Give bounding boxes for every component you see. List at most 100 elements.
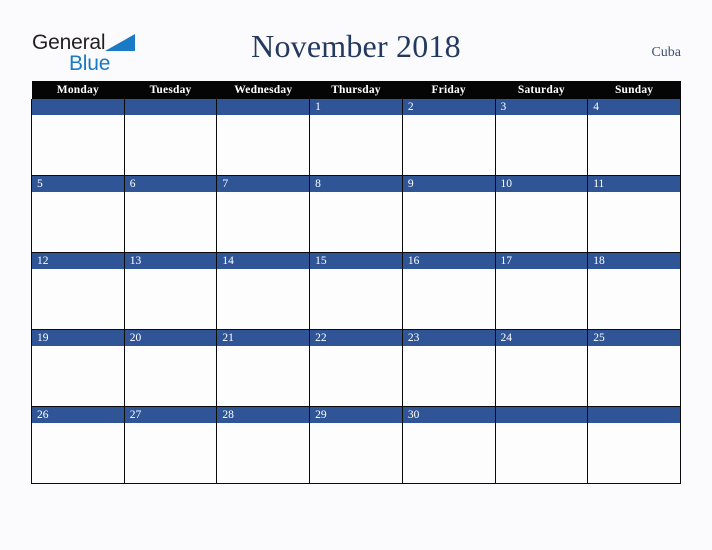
calendar-day-cell[interactable] xyxy=(31,99,125,176)
calendar-day-cell[interactable]: 13 xyxy=(123,252,218,330)
day-events-area[interactable] xyxy=(217,192,310,252)
calendar-day-cell[interactable]: 7 xyxy=(216,175,311,253)
calendar-day-cell[interactable]: 27 xyxy=(123,406,218,484)
day-events-area[interactable] xyxy=(32,346,124,406)
day-events-area[interactable] xyxy=(588,115,680,175)
calendar-day-cell[interactable]: 5 xyxy=(31,175,125,253)
day-number: 5 xyxy=(32,176,124,192)
calendar-day-cell[interactable]: 22 xyxy=(309,329,403,407)
day-number: 9 xyxy=(402,176,495,192)
day-number: 3 xyxy=(495,99,588,115)
calendar-day-cell[interactable]: 21 xyxy=(216,329,311,407)
calendar-day-cell[interactable]: 15 xyxy=(309,252,403,330)
calendar-day-cell[interactable] xyxy=(587,406,681,484)
calendar-day-cell[interactable] xyxy=(494,406,589,484)
page-title: November 2018 xyxy=(251,28,461,64)
day-events-area[interactable] xyxy=(588,192,680,252)
day-number xyxy=(217,99,310,115)
calendar-day-cell[interactable]: 8 xyxy=(309,175,403,253)
day-number: 6 xyxy=(124,176,217,192)
calendar-day-cell[interactable]: 26 xyxy=(31,406,125,484)
calendar-table: Monday Tuesday Wednesday Thursday Friday… xyxy=(31,81,681,484)
weekday-header-tuesday: Tuesday xyxy=(124,81,217,99)
day-number: 29 xyxy=(310,407,402,423)
calendar-day-cell[interactable]: 12 xyxy=(31,252,125,330)
day-number: 27 xyxy=(124,407,217,423)
calendar-day-cell[interactable]: 3 xyxy=(494,99,589,176)
day-events-area[interactable] xyxy=(402,115,495,175)
day-number: 23 xyxy=(402,330,495,346)
day-number: 7 xyxy=(217,176,310,192)
day-number: 18 xyxy=(588,253,680,269)
day-events-area[interactable] xyxy=(32,192,124,252)
calendar-day-cell[interactable] xyxy=(216,99,311,176)
calendar-day-cell[interactable]: 14 xyxy=(216,252,311,330)
day-events-area[interactable] xyxy=(217,346,310,406)
day-number xyxy=(32,99,124,115)
day-events-area[interactable] xyxy=(310,115,402,175)
day-events-area[interactable] xyxy=(588,269,680,329)
day-events-area[interactable] xyxy=(32,423,124,483)
day-events-area[interactable] xyxy=(310,269,402,329)
weekday-header-sunday: Sunday xyxy=(587,81,681,99)
weekday-header-row: Monday Tuesday Wednesday Thursday Friday… xyxy=(31,81,681,99)
day-events-area[interactable] xyxy=(124,192,217,252)
calendar-day-cell[interactable]: 20 xyxy=(123,329,218,407)
calendar-day-cell[interactable]: 2 xyxy=(401,99,496,176)
calendar-day-cell[interactable]: 23 xyxy=(401,329,496,407)
day-number: 30 xyxy=(402,407,495,423)
day-number: 28 xyxy=(217,407,310,423)
day-events-area[interactable] xyxy=(588,346,680,406)
day-events-area[interactable] xyxy=(495,346,588,406)
day-events-area[interactable] xyxy=(495,269,588,329)
day-events-area[interactable] xyxy=(124,346,217,406)
day-events-area[interactable] xyxy=(402,269,495,329)
day-events-area[interactable] xyxy=(310,423,402,483)
calendar-week-row: 19 20 21 22 23 24 25 xyxy=(31,329,681,407)
day-events-area[interactable] xyxy=(402,346,495,406)
day-events-area[interactable] xyxy=(124,115,217,175)
calendar-day-cell[interactable]: 25 xyxy=(587,329,681,407)
day-events-area[interactable] xyxy=(495,115,588,175)
calendar-day-cell[interactable]: 17 xyxy=(494,252,589,330)
day-number: 15 xyxy=(310,253,402,269)
day-events-area[interactable] xyxy=(32,269,124,329)
day-events-area[interactable] xyxy=(310,346,402,406)
day-events-area[interactable] xyxy=(495,192,588,252)
day-events-area[interactable] xyxy=(310,192,402,252)
day-number: 14 xyxy=(217,253,310,269)
day-events-area[interactable] xyxy=(495,423,588,483)
day-events-area[interactable] xyxy=(402,423,495,483)
day-number: 20 xyxy=(124,330,217,346)
calendar-week-row: 26 27 28 29 30 xyxy=(31,406,681,484)
day-events-area[interactable] xyxy=(124,269,217,329)
day-events-area[interactable] xyxy=(124,423,217,483)
calendar-day-cell[interactable]: 4 xyxy=(587,99,681,176)
calendar-day-cell[interactable]: 11 xyxy=(587,175,681,253)
day-events-area[interactable] xyxy=(217,423,310,483)
day-events-area[interactable] xyxy=(588,423,680,483)
calendar-day-cell[interactable]: 28 xyxy=(216,406,311,484)
day-events-area[interactable] xyxy=(217,269,310,329)
calendar-day-cell[interactable]: 18 xyxy=(587,252,681,330)
calendar-day-cell[interactable]: 6 xyxy=(123,175,218,253)
calendar-day-cell[interactable]: 19 xyxy=(31,329,125,407)
calendar-day-cell[interactable]: 29 xyxy=(309,406,403,484)
day-number: 11 xyxy=(588,176,680,192)
calendar-day-cell[interactable]: 16 xyxy=(401,252,496,330)
day-number: 25 xyxy=(588,330,680,346)
day-events-area[interactable] xyxy=(402,192,495,252)
calendar-day-cell[interactable]: 24 xyxy=(494,329,589,407)
day-number: 17 xyxy=(495,253,588,269)
calendar-day-cell[interactable]: 1 xyxy=(309,99,403,176)
calendar-day-cell[interactable]: 10 xyxy=(494,175,589,253)
day-number: 4 xyxy=(588,99,680,115)
day-events-area[interactable] xyxy=(32,115,124,175)
country-label: Cuba xyxy=(651,45,681,60)
calendar-day-cell[interactable] xyxy=(123,99,218,176)
calendar-head: Monday Tuesday Wednesday Thursday Friday… xyxy=(31,81,681,99)
calendar-day-cell[interactable]: 30 xyxy=(401,406,496,484)
calendar-week-row: 12 13 14 15 16 17 18 xyxy=(31,252,681,330)
calendar-day-cell[interactable]: 9 xyxy=(401,175,496,253)
day-events-area[interactable] xyxy=(217,115,310,175)
